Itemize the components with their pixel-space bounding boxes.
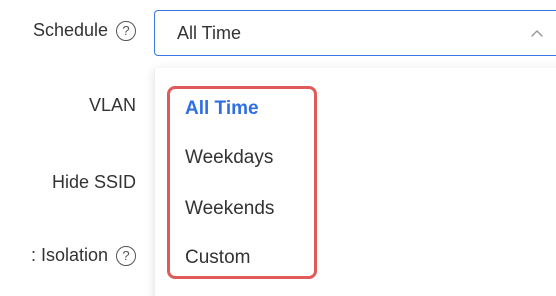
dropdown-option-weekends[interactable]: Weekends [185, 198, 274, 220]
schedule-label-text: Schedule [32, 20, 108, 40]
schedule-label: Schedule ? [33, 20, 136, 41]
wifi-settings-form: Schedule ? All Time VLAN Hide SSID : Iso… [0, 0, 556, 296]
dropdown-option-custom[interactable]: Custom [185, 247, 250, 269]
schedule-select[interactable]: All Time [154, 10, 556, 56]
dropdown-option-all-time[interactable]: All Time [185, 98, 259, 120]
hide-ssid-label-text: Hide SSID [51, 172, 136, 192]
hide-ssid-label: Hide SSID [52, 172, 136, 193]
schedule-select-value: All Time [177, 23, 242, 43]
chevron-up-icon[interactable] [529, 25, 545, 41]
vlan-label: VLAN [89, 95, 136, 116]
isolation-label-text: : Isolation [30, 245, 108, 265]
help-circle-icon[interactable]: ? [116, 245, 136, 266]
vlan-label-text: VLAN [88, 95, 136, 115]
help-circle-icon[interactable]: ? [116, 20, 136, 41]
dropdown-option-weekdays[interactable]: Weekdays [185, 147, 273, 169]
isolation-label: : Isolation ? [31, 245, 136, 266]
